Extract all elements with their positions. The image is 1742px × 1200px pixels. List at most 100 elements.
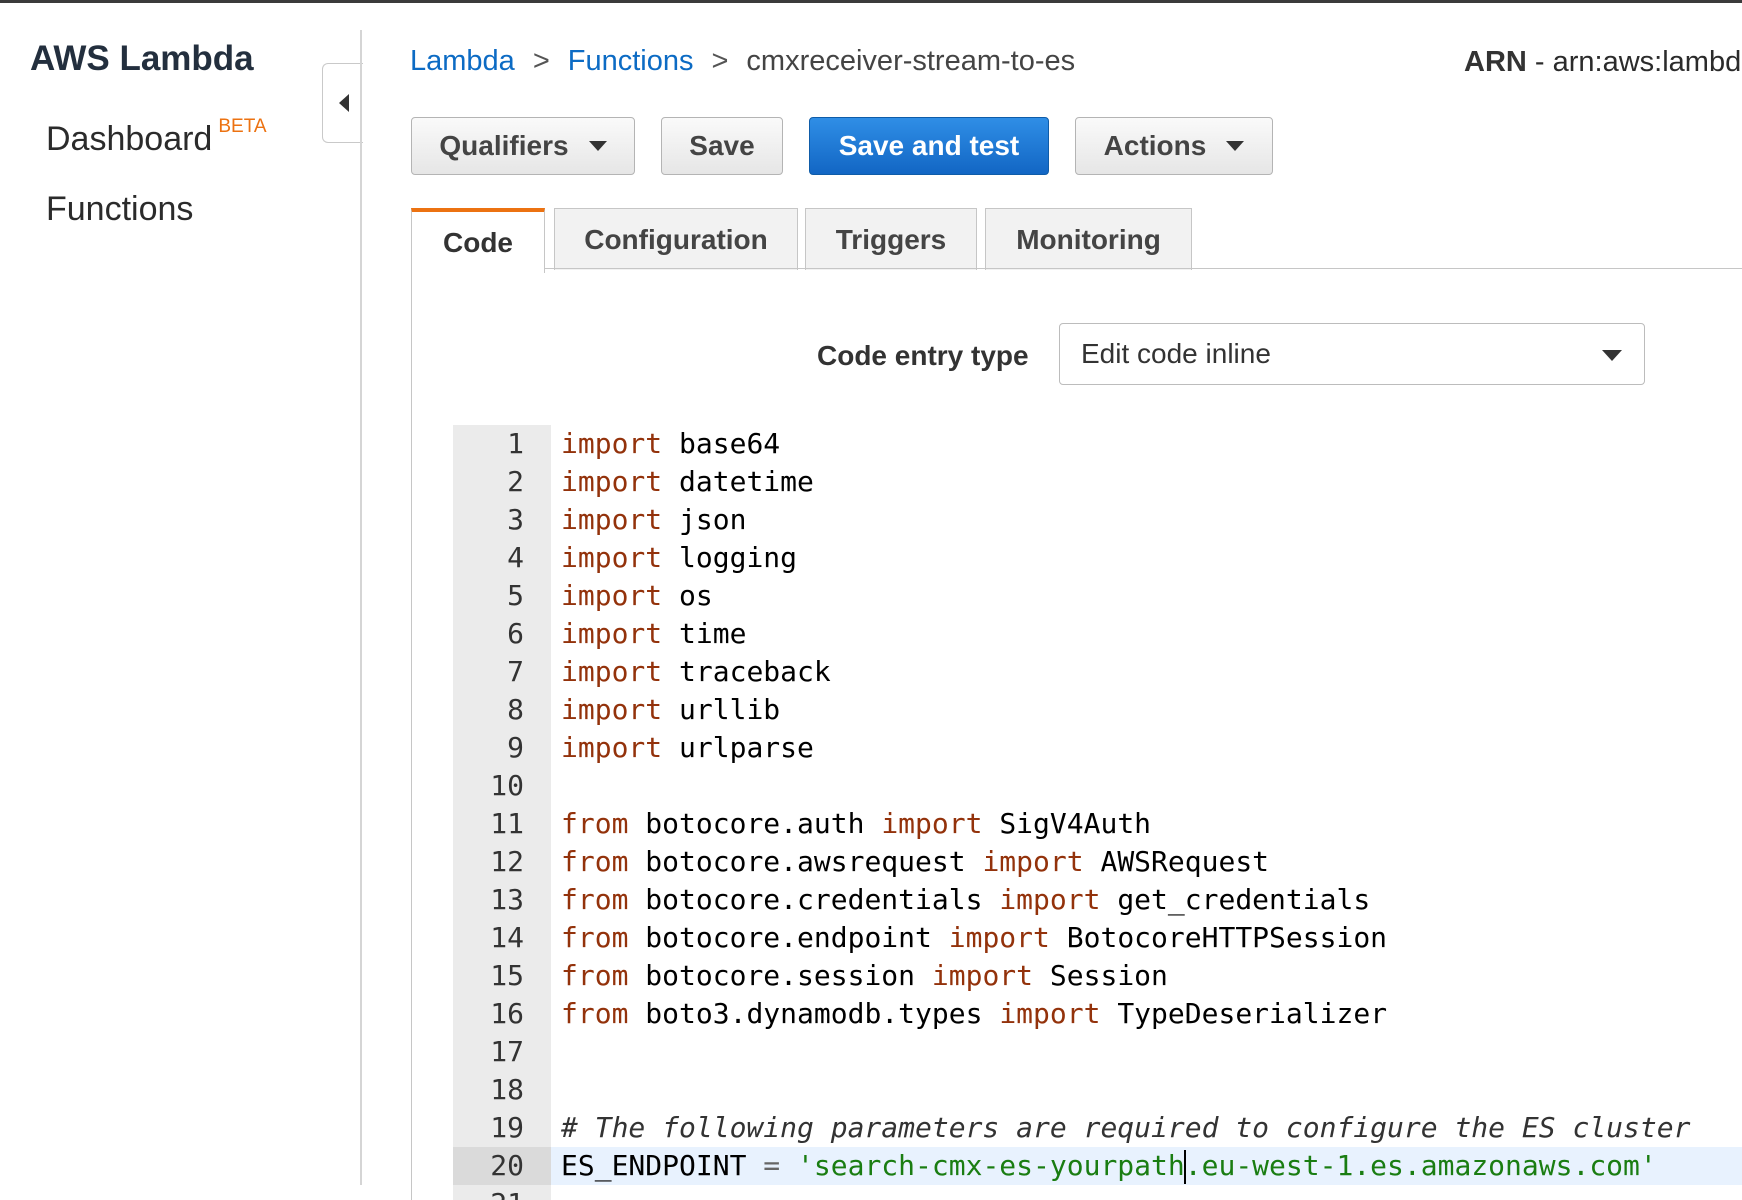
code-line[interactable]: 7 import traceback [453,653,1742,691]
code-keyword: import [999,883,1101,916]
code-token: botocore.awsrequest [628,845,983,878]
code-text: from botocore.awsrequest import AWSReque… [561,843,1269,881]
code-text: import urllib [561,691,780,729]
sidebar-divider [360,30,362,1185]
code-line[interactable]: 10 [453,767,1742,805]
code-string: .eu-west-1.es.amazonaws.com' [1184,1149,1657,1182]
code-line[interactable]: 18 [453,1071,1742,1109]
code-line[interactable]: 12 from botocore.awsrequest import AWSReq… [453,843,1742,881]
code-line[interactable]: 5 import os [453,577,1742,615]
code-keyword: import [982,845,1084,878]
breadcrumb-functions[interactable]: Functions [568,45,694,77]
code-line[interactable]: 19 # The following parameters are require… [453,1109,1742,1147]
code-keyword: from [561,959,629,992]
caret-down-icon [1226,141,1245,151]
chevron-right-icon: > [532,45,550,77]
code-keyword: import [561,693,663,726]
save-and-test-button[interactable]: Save and test [809,117,1049,175]
sidebar-item-label: Functions [46,190,194,228]
code-editor[interactable]: 1 import base64 2 import datetime 3 import js… [453,425,1742,1200]
tab-triggers[interactable]: Triggers [805,208,977,270]
code-token: botocore.auth [628,807,882,840]
line-number: 21 [453,1185,551,1200]
line-number: 14 [490,921,524,954]
collapse-sidebar-button[interactable] [322,63,363,143]
code-text: import logging [561,539,797,577]
code-line[interactable]: 15 from botocore.session import Session [453,957,1742,995]
line-number: 13 [490,883,524,916]
code-keyword: import [561,427,663,460]
code-keyword: import [561,465,663,498]
code-text: import time [561,615,746,653]
code-line[interactable]: 11 from botocore.auth import SigV4Auth [453,805,1742,843]
line-number: 17 [490,1035,524,1068]
code-text: import os [561,577,713,615]
code-line[interactable]: 16 from boto3.dynamodb.types import TypeD… [453,995,1742,1033]
breadcrumb-lambda[interactable]: Lambda [410,45,515,77]
line-number: 16 [490,997,524,1030]
line-number: 5 [507,579,524,612]
code-string: 'search-cmx-es-yourpath [797,1149,1185,1182]
code-token: Session [1033,959,1168,992]
code-keyword: from [561,883,629,916]
sidebar-item-functions[interactable]: Functions [46,190,193,229]
line-number: 7 [507,655,524,688]
code-keyword: import [881,807,983,840]
sidebar-title: AWS Lambda [30,39,254,78]
code-text: from botocore.session import Session [561,957,1168,995]
code-line[interactable]: 1 import base64 [453,425,1742,463]
code-token: get_credentials [1100,883,1371,916]
sidebar-item-dashboard[interactable]: Dashboard BETA [46,116,267,159]
line-number: 6 [507,617,524,650]
code-line[interactable]: 2 import datetime [453,463,1742,501]
tab-configuration[interactable]: Configuration [554,208,798,270]
code-token: ES_ENDPOINT [561,1149,764,1182]
code-keyword: import [561,655,663,688]
code-line[interactable]: 9 import urlparse [453,729,1742,767]
code-keyword: import [561,579,663,612]
code-token: AWSRequest [1083,845,1270,878]
tab-monitoring[interactable]: Monitoring [985,208,1192,270]
code-line[interactable]: 20 ES_ENDPOINT = 'search-cmx-es-yourpath.… [453,1147,1742,1185]
code-token: time [662,617,747,650]
tab-label: Configuration [584,223,768,255]
line-number: 18 [490,1073,524,1106]
tab-label: Triggers [835,223,947,255]
code-line[interactable]: 3 import json [453,501,1742,539]
code-token: base64 [662,427,781,460]
code-token: TypeDeserializer [1100,997,1388,1030]
code-entry-type-select[interactable]: Edit code inline [1059,323,1645,385]
tab-label: Code [443,226,513,258]
code-text: ES_ENDPOINT = 'search-cmx-es-yourpath.eu… [561,1147,1657,1185]
code-entry-type-value: Edit code inline [1081,338,1271,369]
code-keyword: import [561,541,663,574]
code-token: botocore.endpoint [628,921,949,954]
code-text: import datetime [561,463,814,501]
actions-button[interactable]: Actions [1075,117,1273,175]
code-text: import traceback [561,653,831,691]
code-keyword: from [561,997,629,1030]
code-line[interactable]: 14 from botocore.endpoint import Botocore… [453,919,1742,957]
chevron-left-icon [339,94,349,112]
panel-border [411,270,412,1200]
code-token: SigV4Auth [982,807,1152,840]
tab-code[interactable]: Code [411,208,545,273]
code-line[interactable]: 6 import time [453,615,1742,653]
sidebar: AWS Lambda Dashboard BETA Functions [0,3,360,1183]
code-text: from botocore.credentials import get_cre… [561,881,1370,919]
code-line[interactable]: 8 import urllib [453,691,1742,729]
code-line[interactable]: 17 [453,1033,1742,1071]
qualifiers-button[interactable]: Qualifiers [411,117,635,175]
line-number: 4 [507,541,524,574]
code-text: import base64 [561,425,780,463]
code-text: from boto3.dynamodb.types import TypeDes… [561,995,1387,1033]
code-text: from botocore.auth import SigV4Auth [561,805,1151,843]
code-line[interactable]: 21 [453,1185,1742,1200]
code-line[interactable]: 13 from botocore.credentials import get_c… [453,881,1742,919]
save-and-test-label: Save and test [838,130,1020,161]
save-button[interactable]: Save [661,117,783,175]
code-line[interactable]: 4 import logging [453,539,1742,577]
line-number: 8 [507,693,524,726]
line-number: 20 [453,1147,551,1185]
